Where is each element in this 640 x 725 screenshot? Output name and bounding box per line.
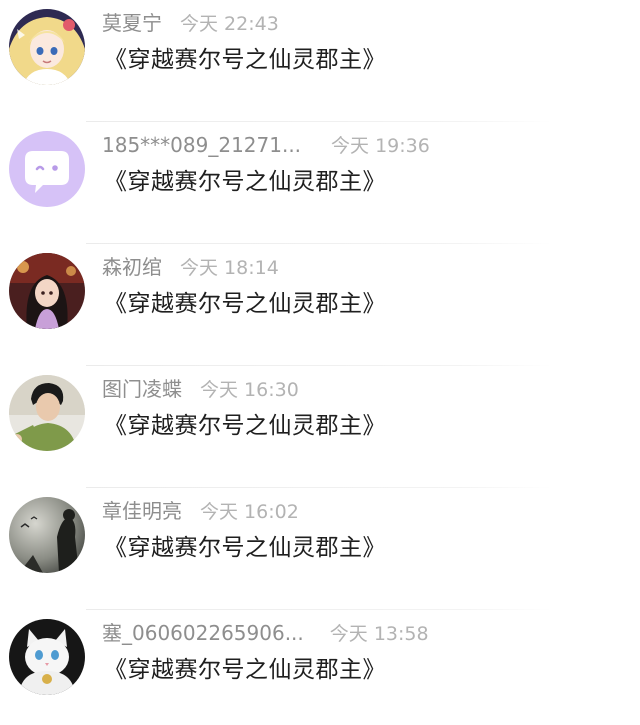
message-meta: 章佳明亮 今天 16:02 — [102, 497, 299, 525]
sender-name[interactable]: 185***089_21271... — [102, 133, 301, 157]
message-time: 今天 19:36 — [331, 135, 430, 157]
white-cat-avatar — [9, 619, 85, 695]
sender-name[interactable]: 图门凌蝶 — [102, 377, 182, 401]
message-text[interactable]: 《穿越赛尔号之仙灵郡主》 — [104, 410, 386, 442]
avatar[interactable] — [9, 131, 85, 207]
message-time: 今天 18:14 — [180, 257, 279, 279]
sender-name[interactable]: 森初绾 — [102, 255, 162, 279]
message-list: 莫夏宁 今天 22:43 《穿越赛尔号之仙灵郡主》 185***089_21271… — [0, 0, 640, 725]
message-meta: 莫夏宁 今天 22:43 — [102, 9, 279, 37]
avatar[interactable] — [9, 253, 85, 329]
message-item[interactable]: 185***089_21271... 今天 19:36 《穿越赛尔号之仙灵郡主》 — [0, 122, 640, 244]
message-item[interactable]: 章佳明亮 今天 16:02 《穿越赛尔号之仙灵郡主》 — [0, 488, 640, 610]
young-man-photo-avatar — [9, 375, 85, 451]
sender-name[interactable]: 塞_060602265906... — [102, 621, 304, 645]
illustrated-girl-avatar — [9, 253, 85, 329]
message-time: 今天 13:58 — [329, 623, 429, 645]
message-text[interactable]: 《穿越赛尔号之仙灵郡主》 — [104, 44, 386, 76]
default-chat-bubble-avatar — [9, 131, 85, 207]
misty-silhouette-avatar — [9, 497, 85, 573]
message-time: 今天 16:30 — [200, 379, 299, 401]
message-time: 今天 22:43 — [180, 13, 279, 35]
avatar[interactable] — [9, 619, 85, 695]
message-item[interactable]: 森初绾 今天 18:14 《穿越赛尔号之仙灵郡主》 — [0, 244, 640, 366]
message-text[interactable]: 《穿越赛尔号之仙灵郡主》 — [104, 288, 386, 320]
message-time: 今天 16:02 — [200, 501, 299, 523]
message-text[interactable]: 《穿越赛尔号之仙灵郡主》 — [104, 166, 386, 198]
message-meta: 塞_060602265906... 今天 13:58 — [102, 619, 429, 647]
avatar[interactable] — [9, 497, 85, 573]
message-meta: 185***089_21271... 今天 19:36 — [102, 131, 430, 159]
message-meta: 图门凌蝶 今天 16:30 — [102, 375, 299, 403]
avatar[interactable] — [9, 375, 85, 451]
sender-name[interactable]: 莫夏宁 — [102, 11, 162, 35]
message-item[interactable]: 图门凌蝶 今天 16:30 《穿越赛尔号之仙灵郡主》 — [0, 366, 640, 488]
anime-girl-blonde-avatar — [9, 9, 85, 85]
message-meta: 森初绾 今天 18:14 — [102, 253, 279, 281]
message-text[interactable]: 《穿越赛尔号之仙灵郡主》 — [104, 654, 386, 686]
sender-name[interactable]: 章佳明亮 — [102, 499, 182, 523]
avatar[interactable] — [9, 9, 85, 85]
message-item[interactable]: 莫夏宁 今天 22:43 《穿越赛尔号之仙灵郡主》 — [0, 0, 640, 122]
message-text[interactable]: 《穿越赛尔号之仙灵郡主》 — [104, 532, 386, 564]
message-item[interactable]: 塞_060602265906... 今天 13:58 《穿越赛尔号之仙灵郡主》 — [0, 610, 640, 725]
